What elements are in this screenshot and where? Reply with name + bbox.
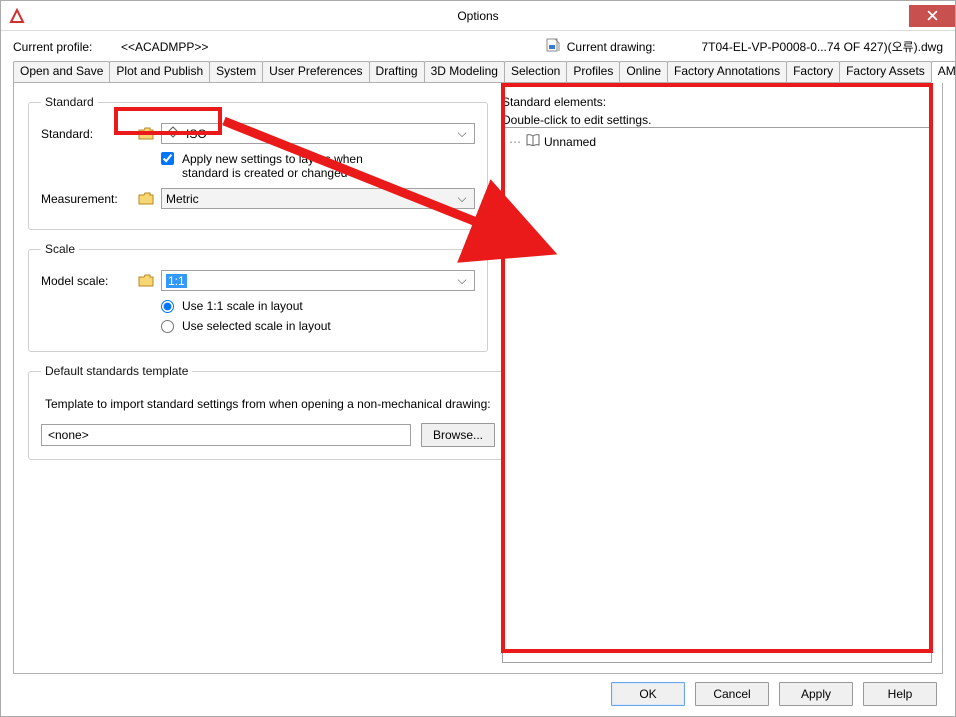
tab-selection[interactable]: Selection (504, 61, 567, 83)
use-selected-scale-label: Use selected scale in layout (182, 319, 331, 333)
scale-group: Scale Model scale: 1:1 ⌵ Use 1:1 scale i… (28, 242, 488, 352)
chevron-down-icon: ⌵ (454, 273, 470, 288)
browse-button[interactable]: Browse... (421, 423, 495, 447)
tab-open-and-save[interactable]: Open and Save (13, 61, 110, 83)
standard-elements-label: Standard elements: (502, 95, 932, 109)
close-icon (927, 10, 938, 21)
tree-connector-icon: ⋯ (509, 135, 522, 149)
standard-dropdown[interactable]: ISO ⌵ (161, 123, 475, 144)
use-1-1-scale-radio[interactable] (161, 300, 174, 313)
titlebar: Options (1, 1, 955, 31)
model-scale-label: Model scale: (41, 274, 135, 288)
tab-factory-assets[interactable]: Factory Assets (839, 61, 932, 83)
standard-group-label: Standard (41, 95, 98, 109)
apply-button[interactable]: Apply (779, 682, 853, 706)
options-dialog: Options Current profile: <<ACADMPP>> Cur… (0, 0, 956, 717)
tab-plot-and-publish[interactable]: Plot and Publish (109, 61, 210, 83)
model-scale-value: 1:1 (166, 274, 187, 288)
scale-group-label: Scale (41, 242, 79, 256)
dialog-footer: OK Cancel Apply Help (593, 672, 955, 716)
standard-group: Standard Standard: ISO ⌵ (28, 95, 488, 230)
profile-header: Current profile: <<ACADMPP>> Current dra… (1, 31, 955, 60)
chevron-down-icon: ⌵ (454, 191, 470, 206)
left-pane: Standard Standard: ISO ⌵ (14, 83, 498, 673)
current-drawing-label: Current drawing: (567, 40, 656, 54)
current-profile-label: Current profile: (13, 40, 113, 54)
use-selected-scale-radio[interactable] (161, 320, 174, 333)
standard-symbol-icon (166, 125, 180, 142)
app-logo-icon (9, 8, 25, 24)
drawing-icon (545, 37, 561, 56)
right-pane: Standard elements: Double-click to edit … (498, 83, 942, 673)
tab-content: Standard Standard: ISO ⌵ (13, 82, 943, 674)
tab-online[interactable]: Online (619, 61, 668, 83)
tab-factory[interactable]: Factory (786, 61, 840, 83)
tree-item-unnamed[interactable]: ⋯ Unnamed (509, 134, 925, 149)
template-note: Template to import standard settings fro… (45, 396, 491, 413)
standard-elements-tree[interactable]: ⋯ Unnamed (502, 127, 932, 663)
folder-icon[interactable] (135, 189, 157, 209)
measurement-value: Metric (166, 192, 199, 206)
current-profile-value: <<ACADMPP>> (121, 40, 208, 54)
tab-strip: Open and Save Plot and Publish System Us… (1, 60, 955, 82)
tab-drafting[interactable]: Drafting (369, 61, 425, 83)
tab-profiles[interactable]: Profiles (566, 61, 620, 83)
standard-label: Standard: (41, 127, 135, 141)
folder-icon[interactable] (135, 271, 157, 291)
book-icon (526, 134, 540, 149)
cancel-button[interactable]: Cancel (695, 682, 769, 706)
tab-system[interactable]: System (209, 61, 263, 83)
tab-am-standards[interactable]: AM:Standards (931, 61, 956, 83)
tab-user-preferences[interactable]: User Preferences (262, 61, 369, 83)
measurement-label: Measurement: (41, 192, 135, 206)
window-title: Options (1, 9, 955, 23)
template-path-field[interactable]: <none> (41, 424, 411, 446)
template-group: Default standards template Template to i… (28, 364, 508, 460)
tab-factory-annotations[interactable]: Factory Annotations (667, 61, 787, 83)
current-drawing-value: 7T04-EL-VP-P0008-0...74 OF 427)(오류).dwg (701, 38, 943, 55)
measurement-dropdown[interactable]: Metric ⌵ (161, 188, 475, 209)
template-group-label: Default standards template (41, 364, 192, 378)
folder-icon[interactable] (135, 124, 157, 144)
apply-new-settings-checkbox[interactable] (161, 152, 174, 165)
chevron-down-icon: ⌵ (454, 126, 470, 141)
ok-button[interactable]: OK (611, 682, 685, 706)
help-button[interactable]: Help (863, 682, 937, 706)
standard-value: ISO (186, 127, 207, 141)
edit-hint-label: Double-click to edit settings. (502, 113, 932, 127)
use-1-1-scale-label: Use 1:1 scale in layout (182, 299, 303, 313)
tree-item-label: Unnamed (544, 135, 596, 149)
model-scale-dropdown[interactable]: 1:1 ⌵ (161, 270, 475, 291)
apply-new-settings-label: Apply new settings to layers when standa… (182, 152, 412, 180)
close-button[interactable] (909, 5, 955, 27)
tab-3d-modeling[interactable]: 3D Modeling (424, 61, 505, 83)
